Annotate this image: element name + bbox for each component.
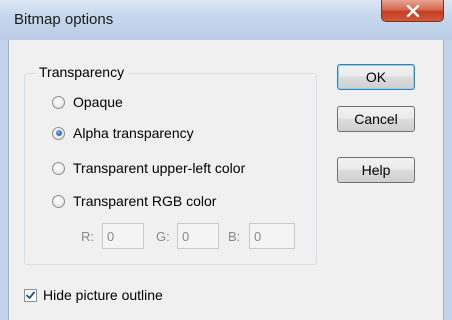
rgb-g-input[interactable]: 0 (177, 223, 219, 249)
radio-transparent-rgb[interactable]: Transparent RGB color (52, 193, 216, 209)
transparency-group-label: Transparency (35, 64, 129, 80)
radio-opaque[interactable]: Opaque (52, 94, 123, 110)
rgb-g-label: G: (156, 229, 170, 244)
radio-transparent-rgb-circle[interactable] (52, 194, 65, 208)
radio-transparent-upper-left-circle[interactable] (52, 161, 65, 175)
ok-button[interactable]: OK (337, 64, 415, 90)
checkmark-icon (26, 291, 35, 299)
radio-alpha-transparency-circle[interactable] (52, 126, 65, 140)
help-button[interactable]: Help (337, 157, 415, 183)
title-bar[interactable]: Bitmap options (0, 0, 452, 40)
radio-transparent-upper-left[interactable]: Transparent upper-left color (52, 160, 245, 176)
radio-transparent-rgb-label: Transparent RGB color (73, 193, 217, 209)
cancel-button[interactable]: Cancel (337, 106, 415, 132)
dialog-title: Bitmap options (14, 11, 114, 28)
rgb-b-label: B: (228, 229, 241, 244)
rgb-b-input[interactable]: 0 (249, 223, 295, 249)
window-frame-left (0, 40, 8, 320)
rgb-r-input[interactable]: 0 (102, 223, 144, 249)
rgb-r-label: R: (81, 229, 94, 244)
radio-opaque-label: Opaque (73, 94, 123, 110)
hide-picture-outline-checkbox[interactable]: Hide picture outline (24, 287, 163, 303)
window-frame-right (444, 40, 452, 320)
radio-alpha-transparency[interactable]: Alpha transparency (52, 125, 194, 141)
hide-picture-outline-box[interactable] (24, 288, 37, 302)
close-icon (406, 5, 420, 17)
radio-alpha-transparency-label: Alpha transparency (73, 125, 194, 141)
radio-transparent-upper-left-label: Transparent upper-left color (73, 160, 246, 176)
bitmap-options-dialog: Bitmap options Transparency Opaque Alpha… (0, 0, 452, 320)
hide-picture-outline-label: Hide picture outline (43, 287, 163, 303)
radio-opaque-circle[interactable] (52, 95, 65, 109)
close-button[interactable] (381, 0, 444, 22)
